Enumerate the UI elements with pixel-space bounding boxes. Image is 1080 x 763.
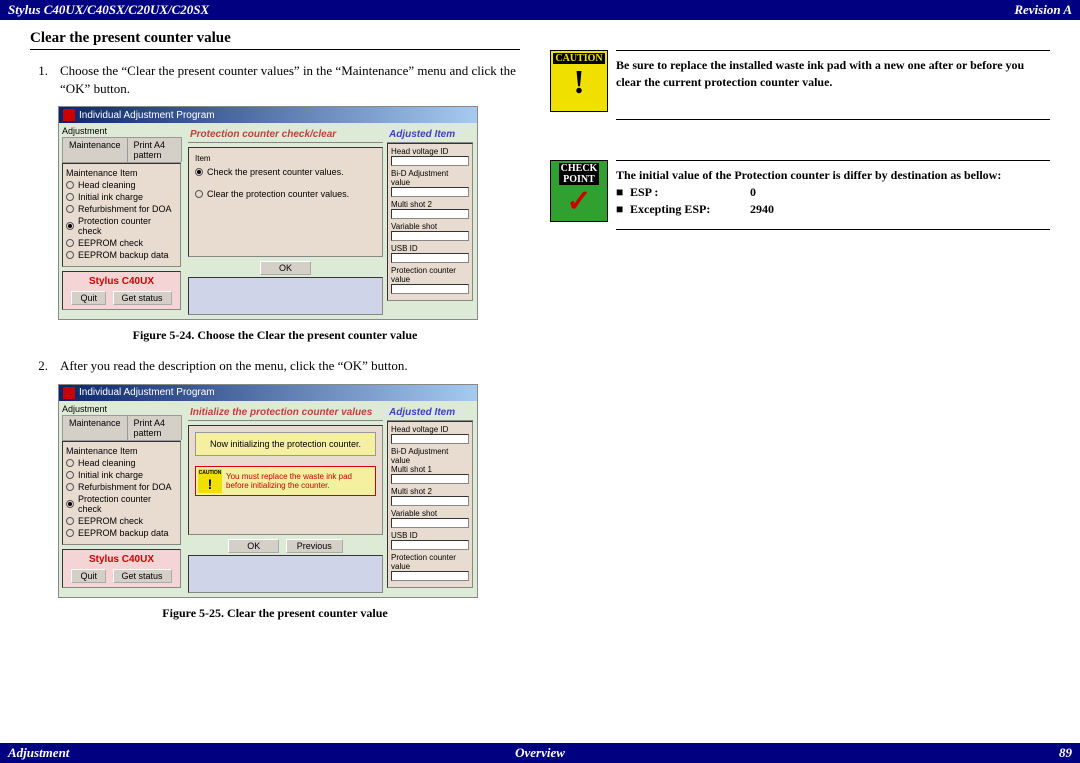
caution-icon: CAUTION !	[550, 50, 608, 112]
tab-pattern[interactable]: Print A4 pattern	[127, 415, 182, 440]
group-label: Maintenance Item	[66, 446, 177, 456]
ok-button[interactable]: OK	[260, 261, 311, 275]
footer-bar: Adjustment Overview 89	[0, 743, 1080, 763]
footer-right: 89	[1059, 745, 1072, 761]
init-message: Now initializing the protection counter.	[195, 432, 376, 456]
radio-refurb-doa[interactable]: Refurbishment for DOA	[66, 482, 177, 492]
field-ms2	[391, 209, 469, 219]
header-right: Revision A	[1014, 2, 1072, 18]
caution-text: Be sure to replace the installed waste i…	[616, 50, 1050, 120]
field-bid	[391, 187, 469, 197]
field-vs	[391, 518, 469, 528]
radio-initial-ink[interactable]: Initial ink charge	[66, 470, 177, 480]
fig25-caption: Figure 5-25. Clear the present counter v…	[30, 606, 520, 621]
field-usb	[391, 253, 469, 263]
footer-center: Overview	[515, 745, 565, 761]
screenshot-fig24: Individual Adjustment Program Adjustment…	[58, 106, 478, 320]
tab-pattern[interactable]: Print A4 pattern	[127, 137, 182, 162]
radio-head-cleaning[interactable]: Head cleaning	[66, 180, 177, 190]
radio-initial-ink[interactable]: Initial ink charge	[66, 192, 177, 202]
window-titlebar: Individual Adjustment Program	[59, 107, 477, 123]
status-area	[188, 277, 383, 315]
window-title: Individual Adjustment Program	[79, 110, 215, 121]
radio-clear-counter[interactable]: Clear the protection counter values.	[195, 189, 376, 199]
check-intro: The initial value of the Protection coun…	[616, 167, 1050, 184]
adj-label: Adjustment	[62, 126, 181, 136]
status-area	[188, 555, 383, 593]
checkpoint-icon: CHECKPOINT ✓	[550, 160, 608, 222]
radio-protection-counter[interactable]: Protection counter check	[66, 216, 177, 236]
step-num: 2.	[30, 357, 60, 375]
model-panel: Stylus C40UX Quit Get status	[62, 271, 181, 310]
center-title: Initialize the protection counter values	[188, 405, 383, 421]
radio-check-counter[interactable]: Check the present counter values.	[195, 167, 376, 177]
caution-label: CAUTION	[553, 53, 604, 64]
window-title: Individual Adjustment Program	[79, 387, 215, 398]
model-panel: Stylus C40UX Quit Get status	[62, 549, 181, 588]
field-pc	[391, 284, 469, 294]
window-titlebar: Individual Adjustment Program	[59, 385, 477, 401]
adj-label: Adjustment	[62, 404, 181, 414]
radio-eeprom-check[interactable]: EEPROM check	[66, 516, 177, 526]
footer-left: Adjustment	[8, 745, 69, 761]
field-head-voltage	[391, 156, 469, 166]
get-status-button[interactable]: Get status	[113, 291, 172, 305]
tab-maintenance[interactable]: Maintenance	[62, 137, 128, 162]
screenshot-fig25: Individual Adjustment Program Adjustment…	[58, 384, 478, 598]
field-ms2	[391, 496, 469, 506]
exclamation-icon: !	[573, 66, 584, 100]
fig24-caption: Figure 5-24. Choose the Clear the presen…	[30, 328, 520, 343]
caution-inline-text: You must replace the waste ink pad befor…	[226, 472, 373, 490]
checkpoint-callout: CHECKPOINT ✓ The initial value of the Pr…	[550, 160, 1050, 230]
radio-eeprom-check[interactable]: EEPROM check	[66, 238, 177, 248]
radio-refurb-doa[interactable]: Refurbishment for DOA	[66, 204, 177, 214]
radio-eeprom-backup[interactable]: EEPROM backup data	[66, 528, 177, 538]
adjusted-item-title: Adjusted Item	[387, 127, 473, 143]
item-label: Item	[195, 154, 376, 163]
caution-callout: CAUTION ! Be sure to replace the install…	[550, 50, 1050, 120]
field-usb	[391, 540, 469, 550]
step-2: 2. After you read the description on the…	[30, 357, 520, 375]
get-status-button[interactable]: Get status	[113, 569, 172, 583]
checkmark-icon: ✓	[566, 187, 591, 217]
section-title: Clear the present counter value	[30, 30, 520, 50]
tab-maintenance[interactable]: Maintenance	[62, 415, 128, 440]
model-name: Stylus C40UX	[67, 276, 176, 287]
group-label: Maintenance Item	[66, 168, 177, 178]
caution-mini-icon: CAUTION!	[198, 469, 222, 493]
step-text: Choose the “Clear the present counter va…	[60, 62, 520, 98]
adjusted-item-title: Adjusted Item	[387, 405, 473, 421]
previous-button[interactable]: Previous	[286, 539, 343, 553]
inline-caution: CAUTION! You must replace the waste ink …	[195, 466, 376, 496]
ok-button[interactable]: OK	[228, 539, 279, 553]
header-left: Stylus C40UX/C40SX/C20UX/C20SX	[8, 2, 209, 18]
quit-button[interactable]: Quit	[71, 569, 106, 583]
radio-eeprom-backup[interactable]: EEPROM backup data	[66, 250, 177, 260]
quit-button[interactable]: Quit	[71, 291, 106, 305]
field-pc	[391, 571, 469, 581]
app-icon	[63, 387, 75, 399]
center-title: Protection counter check/clear	[188, 127, 383, 143]
field-ms1	[391, 474, 469, 484]
field-vs	[391, 231, 469, 241]
header-bar: Stylus C40UX/C40SX/C20UX/C20SX Revision …	[0, 0, 1080, 20]
field-head-voltage	[391, 434, 469, 444]
radio-protection-counter[interactable]: Protection counter check	[66, 494, 177, 514]
check-label: CHECKPOINT	[559, 163, 600, 185]
radio-head-cleaning[interactable]: Head cleaning	[66, 458, 177, 468]
step-num: 1.	[30, 62, 60, 98]
app-icon	[63, 109, 75, 121]
model-name: Stylus C40UX	[67, 554, 176, 565]
step-text: After you read the description on the me…	[60, 357, 520, 375]
checkpoint-text: The initial value of the Protection coun…	[616, 160, 1050, 230]
step-1: 1. Choose the “Clear the present counter…	[30, 62, 520, 98]
